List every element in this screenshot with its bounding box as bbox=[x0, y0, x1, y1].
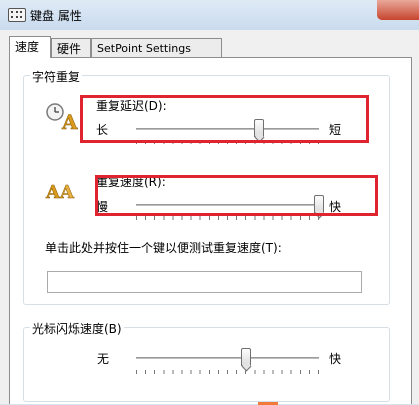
cursor-blink-slider[interactable] bbox=[240, 348, 251, 366]
svg-text:A: A bbox=[45, 182, 61, 202]
tab-hardware[interactable]: 硬件 bbox=[51, 38, 91, 58]
cursor-blink-track bbox=[136, 357, 319, 360]
close-button[interactable] bbox=[377, 0, 419, 20]
cursor-blink-none-label: 无 bbox=[97, 352, 110, 366]
delay-highlight-box bbox=[80, 95, 369, 143]
window-title: 键盘 属性 bbox=[30, 9, 82, 23]
keyboard-icon bbox=[8, 8, 26, 22]
char-repeat-group-label: 字符重复 bbox=[30, 68, 83, 85]
double-letter-a-icon: A A bbox=[45, 182, 75, 202]
title-bar: 键盘 属性 bbox=[0, 0, 419, 30]
cursor-blink-group: 光标闪烁速度(B) 无 快 bbox=[23, 320, 390, 402]
tab-hardware-label: 硬件 bbox=[57, 42, 82, 56]
svg-text:A: A bbox=[61, 110, 78, 131]
repeat-test-input[interactable] bbox=[47, 271, 362, 293]
tab-setpoint-settings[interactable]: SetPoint Settings bbox=[91, 38, 222, 58]
tab-setpoint-label: SetPoint Settings bbox=[97, 42, 191, 55]
cursor-blink-ticks bbox=[136, 370, 319, 374]
dialog-content: 速度 硬件 SetPoint Settings 字符重复 A A A 重复延迟(… bbox=[0, 30, 419, 405]
svg-text:A: A bbox=[59, 182, 75, 202]
cursor-blink-fast-label: 快 bbox=[329, 352, 342, 366]
repeat-rate-ticks bbox=[136, 216, 319, 220]
cursor-blink-group-label: 光标闪烁速度(B) bbox=[30, 320, 124, 337]
speed-tab-panel: 字符重复 A A A 重复延迟(D): 长 短 重复速度(R): 慢 快 单击此… bbox=[9, 57, 412, 404]
rate-highlight-box bbox=[95, 175, 378, 216]
repeat-test-label: 单击此处并按住一个键以便测试重复速度(T): bbox=[45, 241, 282, 255]
tab-speed-label: 速度 bbox=[15, 40, 40, 54]
clock-letter-a-icon: A bbox=[46, 103, 78, 131]
tab-speed[interactable]: 速度 bbox=[9, 36, 51, 58]
